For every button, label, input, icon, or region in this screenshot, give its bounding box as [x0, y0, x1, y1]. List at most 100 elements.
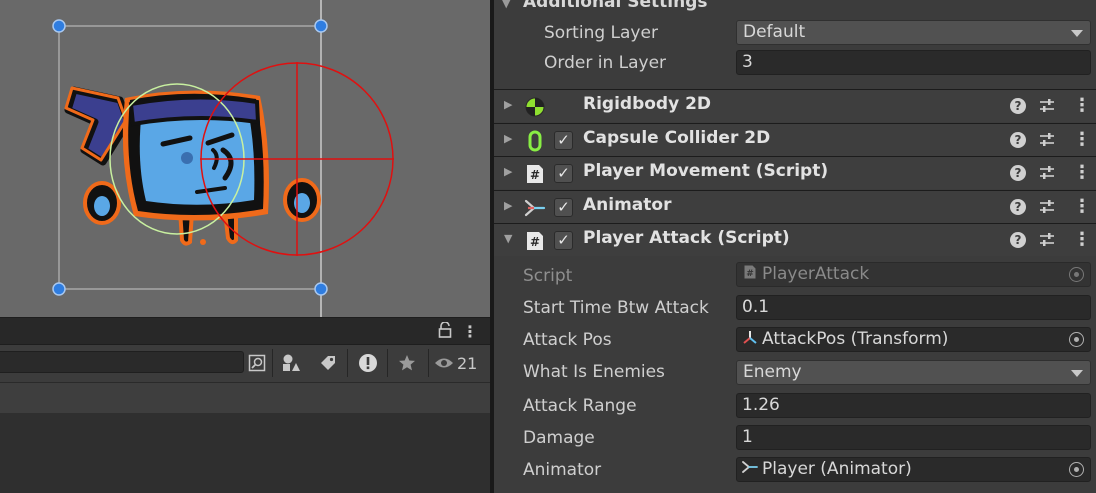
- sorting-layer-label: Sorting Layer: [544, 23, 658, 43]
- foldout-arrow[interactable]: ▶: [504, 132, 512, 145]
- script-label: Script: [523, 266, 573, 286]
- svg-text:#: #: [530, 235, 540, 249]
- component-title: Player Attack (Script): [583, 228, 790, 248]
- attack-range-value: 1.26: [742, 395, 780, 415]
- hidden-count: 21: [457, 353, 478, 373]
- component-header-player-movement[interactable]: ▶ # ✓ Player Movement (Script) ? ⋮: [494, 156, 1096, 189]
- rect-handle-top-right[interactable]: [314, 19, 328, 33]
- rect-handle-top-left[interactable]: [52, 19, 66, 33]
- search-input[interactable]: [0, 351, 244, 373]
- component-header-rigidbody-2d[interactable]: ▶ Rigidbody 2D ? ⋮: [494, 89, 1096, 122]
- enabled-checkbox[interactable]: ✓: [554, 131, 573, 150]
- animator-value: Player (Animator): [762, 459, 912, 479]
- project-panel-header: ⋮: [0, 317, 490, 345]
- kebab-menu-icon[interactable]: ⋮: [461, 322, 479, 342]
- sorting-layer-value: Default: [743, 22, 806, 42]
- enemies-label: What Is Enemies: [523, 362, 665, 382]
- enabled-checkbox[interactable]: ✓: [554, 164, 573, 183]
- foldout-arrow[interactable]: ▶: [504, 165, 512, 178]
- kebab-menu-icon[interactable]: ⋮: [1073, 130, 1091, 150]
- favorite-icon[interactable]: [392, 350, 422, 376]
- enabled-checkbox[interactable]: ✓: [554, 231, 573, 250]
- error-filter-icon[interactable]: [353, 350, 383, 376]
- svg-text:#: #: [530, 168, 540, 182]
- damage-field[interactable]: 1: [736, 425, 1091, 450]
- order-in-layer-value: 3: [742, 52, 753, 72]
- attack-range-label: Attack Range: [523, 396, 637, 416]
- enemies-value: Enemy: [743, 362, 802, 382]
- foldout-arrow-expanded[interactable]: ▼: [504, 232, 512, 245]
- component-title: Player Movement (Script): [583, 161, 829, 181]
- svg-text:#: #: [746, 269, 754, 279]
- capsule-collider-icon: [524, 130, 546, 152]
- component-header-player-attack[interactable]: ▼ # ✓ Player Attack (Script) ? ⋮: [494, 223, 1096, 256]
- animator-icon: [524, 197, 546, 219]
- additional-settings-header[interactable]: Additional Settings: [523, 0, 708, 12]
- animator-field[interactable]: Player (Animator): [736, 457, 1091, 482]
- attack-pos-label: Attack Pos: [523, 330, 612, 350]
- enabled-checkbox[interactable]: ✓: [554, 198, 573, 217]
- kebab-menu-icon[interactable]: ⋮: [1073, 163, 1091, 183]
- attack-pos-value: AttackPos (Transform): [762, 329, 949, 349]
- scene-view[interactable]: [0, 0, 490, 317]
- attack-range-field[interactable]: 1.26: [736, 393, 1091, 418]
- script-icon: #: [524, 230, 546, 252]
- presets-icon[interactable]: [1038, 131, 1056, 149]
- order-in-layer-field[interactable]: 3: [736, 50, 1091, 75]
- presets-icon[interactable]: [1038, 231, 1056, 249]
- rigidbody-icon: [524, 96, 546, 118]
- player-sprite: [64, 86, 321, 246]
- component-header-animator[interactable]: ▶ ✓ Animator ? ⋮: [494, 190, 1096, 223]
- inspector-panel: ▼ Additional Settings Sorting Layer Defa…: [494, 0, 1096, 493]
- project-content: [0, 413, 490, 493]
- sorting-layer-dropdown[interactable]: Default: [736, 20, 1091, 45]
- script-field: # PlayerAttack: [736, 262, 1091, 287]
- component-title: Capsule Collider 2D: [583, 128, 771, 148]
- animator-icon: [742, 459, 758, 481]
- order-in-layer-label: Order in Layer: [544, 53, 667, 73]
- script-icon: #: [742, 264, 758, 286]
- lock-icon[interactable]: [436, 321, 454, 342]
- filter-by-type-icon[interactable]: [276, 350, 306, 376]
- additional-settings-foldout-arrow[interactable]: ▼: [502, 0, 510, 10]
- start-time-value: 0.1: [742, 297, 770, 317]
- help-icon[interactable]: ?: [1010, 132, 1026, 148]
- component-header-capsule-collider-2d[interactable]: ▶ ✓ Capsule Collider 2D ? ⋮: [494, 123, 1096, 156]
- kebab-menu-icon[interactable]: ⋮: [1073, 197, 1091, 217]
- foldout-arrow[interactable]: ▶: [504, 98, 512, 111]
- help-icon[interactable]: ?: [1010, 232, 1026, 248]
- presets-icon[interactable]: [1038, 198, 1056, 216]
- transform-icon: [742, 329, 758, 351]
- object-picker-icon: [1069, 267, 1084, 282]
- attack-pos-field[interactable]: AttackPos (Transform): [736, 327, 1091, 352]
- kebab-menu-icon[interactable]: ⋮: [1073, 96, 1091, 116]
- rect-handle-bottom-left[interactable]: [52, 282, 66, 296]
- rect-handle-bottom-right[interactable]: [314, 282, 328, 296]
- object-picker-icon[interactable]: [1069, 462, 1084, 477]
- foldout-arrow[interactable]: ▶: [504, 199, 512, 212]
- scene-canvas[interactable]: [0, 0, 490, 317]
- chevron-down-icon: [1071, 370, 1083, 377]
- script-icon: #: [524, 163, 546, 185]
- kebab-menu-icon[interactable]: ⋮: [1073, 230, 1091, 250]
- presets-icon[interactable]: [1038, 97, 1056, 115]
- chevron-down-icon: [1071, 30, 1083, 37]
- help-icon[interactable]: ?: [1010, 199, 1026, 215]
- animator-label: Animator: [523, 460, 602, 480]
- component-title: Rigidbody 2D: [583, 94, 712, 114]
- start-time-field[interactable]: 0.1: [736, 295, 1091, 320]
- damage-value: 1: [742, 427, 753, 447]
- project-toolbar: 21: [0, 345, 490, 383]
- start-time-label: Start Time Btw Attack: [523, 298, 709, 318]
- search-by-type-icon[interactable]: [242, 350, 272, 376]
- script-value: PlayerAttack: [762, 264, 870, 284]
- presets-icon[interactable]: [1038, 164, 1056, 182]
- help-icon[interactable]: ?: [1010, 98, 1026, 114]
- object-picker-icon[interactable]: [1069, 332, 1084, 347]
- hidden-packages-toggle[interactable]: 21: [434, 350, 486, 376]
- filter-by-label-icon[interactable]: [313, 350, 343, 376]
- attack-range-gizmo: [200, 62, 394, 256]
- help-icon[interactable]: ?: [1010, 165, 1026, 181]
- project-breadcrumb-bar: [0, 383, 490, 413]
- enemies-layermask-dropdown[interactable]: Enemy: [736, 360, 1091, 385]
